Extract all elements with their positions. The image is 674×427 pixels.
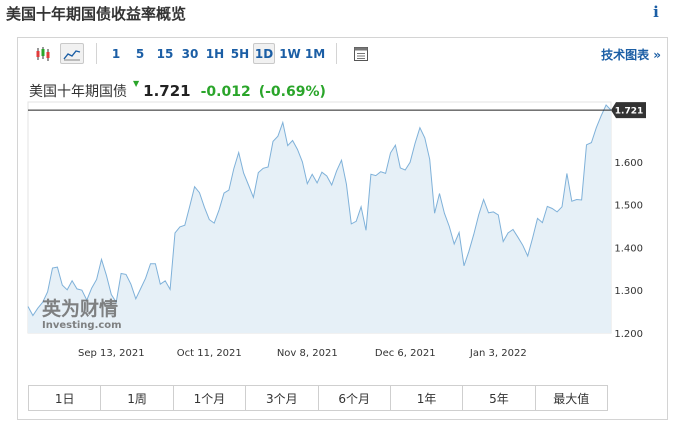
period-1y[interactable]: 1年 — [391, 386, 464, 410]
period-6m[interactable]: 6个月 — [319, 386, 391, 410]
x-tick-label: Sep 13, 2021 — [78, 348, 145, 359]
page-title: 美国十年期国债收益率概览 — [6, 5, 187, 23]
last-value-marker: 1.721 — [611, 102, 646, 119]
period-1m[interactable]: 1个月 — [174, 386, 247, 410]
period-max[interactable]: 最大值 — [536, 386, 607, 410]
period-5y[interactable]: 5年 — [463, 386, 536, 410]
y-tick-label: 1.400 — [614, 243, 643, 254]
info-icon[interactable]: i — [646, 2, 666, 22]
watermark-cn: 英为财情 — [42, 297, 118, 320]
watermark-logo: 英为财情 Investing.com — [42, 297, 122, 331]
x-tick-label: Oct 11, 2021 — [177, 348, 242, 359]
x-tick-label: Jan 3, 2022 — [469, 348, 527, 359]
y-tick-label: 1.600 — [614, 158, 643, 169]
x-tick-label: Dec 6, 2021 — [375, 348, 436, 359]
period-1d[interactable]: 1日 — [29, 386, 102, 410]
period-3m[interactable]: 3个月 — [246, 386, 319, 410]
last-value-label: 1.721 — [615, 107, 643, 117]
yield-chart[interactable]: 1.200 1.300 1.400 1.500 1.600 Sep 13, 2021 Oc… — [18, 38, 667, 383]
period-1w[interactable]: 1周 — [101, 386, 174, 410]
chart-widget: 1 5 15 30 1H 5H 1D 1W 1M 技术图表 » 美国十年期国债 … — [17, 37, 668, 420]
period-selector: 1日 1周 1个月 3个月 6个月 1年 5年 最大值 — [28, 385, 608, 411]
y-tick-label: 1.200 — [614, 329, 643, 340]
x-tick-label: Nov 8, 2021 — [277, 348, 338, 359]
y-tick-label: 1.500 — [614, 201, 643, 212]
y-tick-label: 1.300 — [614, 286, 643, 297]
watermark-en: Investing.com — [42, 320, 122, 331]
